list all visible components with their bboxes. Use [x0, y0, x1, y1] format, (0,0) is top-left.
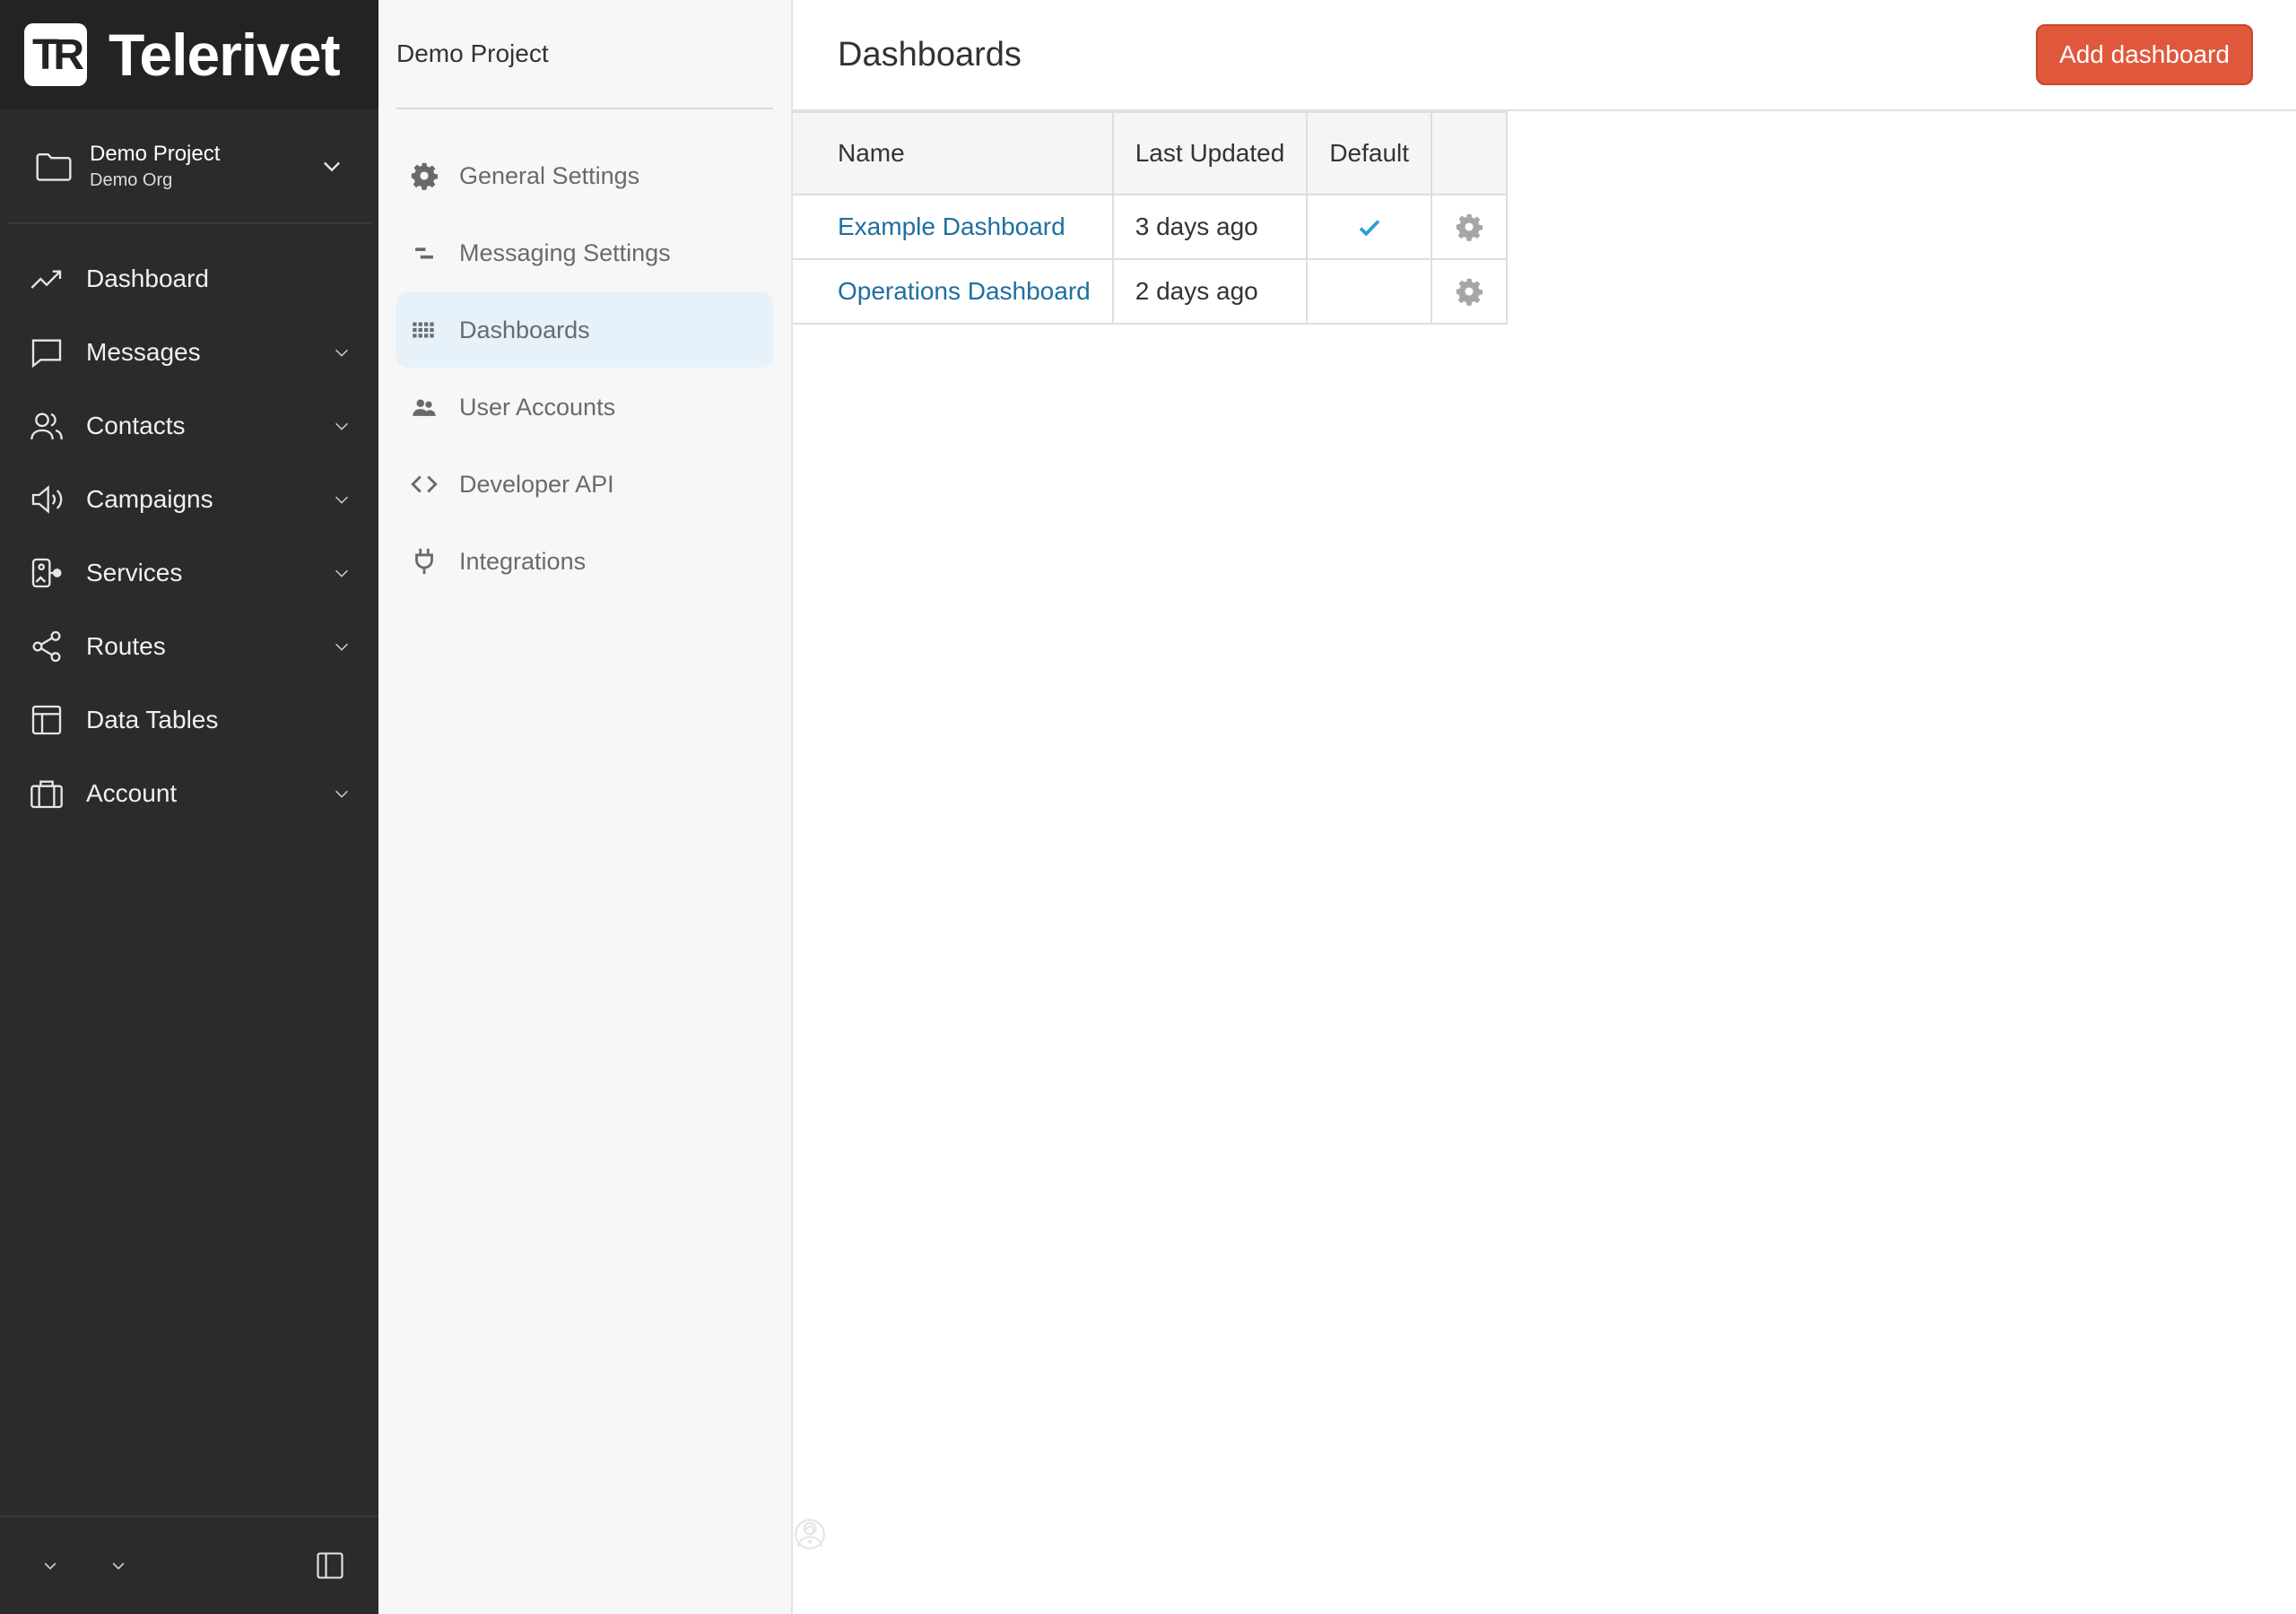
subnav-label-dashboards: Dashboards	[459, 316, 590, 343]
gear-icon[interactable]	[1454, 276, 1484, 307]
subnav-label-messaging-settings: Messaging Settings	[459, 239, 671, 266]
chevron-down-icon	[324, 161, 340, 172]
user-menu-button[interactable]	[32, 1522, 822, 1575]
dashboards-table: Name Last Updated Default Example Dashbo…	[793, 111, 1509, 325]
subnav-item-integrations[interactable]: Integrations	[396, 524, 773, 599]
cell-name: Operations Dashboard	[793, 258, 1114, 325]
nav-item-account[interactable]: Account	[0, 757, 378, 830]
nav-item-messages[interactable]: Messages	[0, 316, 378, 389]
subnav-item-dashboards[interactable]: Dashboards	[396, 292, 773, 368]
brand-header[interactable]: TR Telerivet	[0, 0, 378, 109]
project-name: Demo Project	[90, 141, 221, 166]
nav-label-dashboard: Dashboard	[86, 265, 209, 292]
project-text: Demo Project Demo Org	[90, 142, 319, 191]
column-header-actions	[1431, 111, 1509, 195]
project-switcher[interactable]: Demo Project Demo Org	[7, 109, 371, 224]
nav-label-routes: Routes	[86, 632, 166, 660]
subnav-item-developer-api[interactable]: Developer API	[396, 447, 773, 522]
messaging-icon	[415, 247, 433, 259]
main-nav: Dashboard Messages Contacts Campaigns Se…	[0, 242, 378, 830]
cell-default	[1306, 194, 1433, 260]
main-sidebar: TR Telerivet Demo Project Demo Org Dashb…	[0, 0, 825, 1614]
brand-name: Telerivet	[109, 22, 341, 88]
sidebar-toggle-icon[interactable]	[314, 1549, 346, 1582]
chevron-down-icon[interactable]	[332, 343, 352, 362]
code-icon	[411, 475, 438, 493]
logo-text: TR	[32, 30, 84, 79]
table-row: Example Dashboard 3 days ago	[793, 194, 1509, 260]
table-icon	[31, 705, 62, 735]
share-icon	[32, 630, 61, 663]
telerivet-logo-icon: TR	[24, 23, 87, 86]
subnav-item-user-accounts[interactable]: User Accounts	[396, 369, 773, 445]
chevron-down-icon[interactable]	[332, 416, 352, 436]
megaphone-icon	[31, 485, 63, 514]
nav-label-services: Services	[86, 559, 183, 586]
subnav-label-user-accounts: User Accounts	[459, 393, 616, 421]
cell-actions	[1431, 258, 1509, 325]
main-header: Dashboards Add dashboard	[793, 0, 2296, 111]
cell-actions	[1431, 194, 1509, 260]
add-dashboard-button[interactable]: Add dashboard	[2036, 24, 2253, 85]
cell-last-updated: 2 days ago	[1111, 258, 1309, 325]
nav-item-campaigns[interactable]: Campaigns	[0, 463, 378, 536]
subnav-label-developer-api: Developer API	[459, 470, 614, 498]
subnav-title: Demo Project	[396, 0, 773, 109]
page-title: Dashboards	[838, 35, 1022, 74]
briefcase-icon	[30, 780, 63, 809]
users-icon	[30, 412, 63, 440]
nav-label-campaigns: Campaigns	[86, 485, 213, 513]
nav-item-services[interactable]: Services	[0, 536, 378, 610]
gear-icon[interactable]	[1454, 212, 1484, 242]
nav-item-contacts[interactable]: Contacts	[0, 389, 378, 463]
chevron-down-icon[interactable]	[332, 563, 352, 583]
chat-bubble-icon	[31, 339, 62, 369]
nav-label-account: Account	[86, 779, 178, 807]
cell-last-updated: 3 days ago	[1111, 194, 1309, 260]
nav-label-data-tables: Data Tables	[86, 706, 219, 733]
folder-icon	[36, 152, 72, 181]
chevron-down-icon[interactable]	[332, 637, 352, 656]
subnav-item-general-settings[interactable]: General Settings	[396, 138, 773, 213]
main-content: Dashboards Add dashboard Name Last Updat…	[793, 0, 2296, 1614]
settings-subnav: Demo Project General Settings Messaging …	[378, 0, 793, 1614]
checkmark-icon	[1359, 220, 1380, 237]
nav-label-contacts: Contacts	[86, 412, 186, 439]
chevron-down-icon[interactable]	[332, 490, 352, 509]
grid-icon	[413, 322, 434, 338]
table-row: Operations Dashboard 2 days ago	[793, 258, 1509, 325]
gear-icon	[411, 162, 439, 190]
nav-item-routes[interactable]: Routes	[0, 610, 378, 683]
services-icon	[31, 558, 62, 588]
user-accounts-icon	[413, 399, 436, 416]
chevron-down-icon	[112, 1562, 125, 1570]
plug-icon	[415, 548, 433, 575]
cell-default[interactable]	[1306, 258, 1433, 325]
app-root: TR Telerivet Demo Project Demo Org Dashb…	[0, 0, 2296, 1614]
sidebar-footer	[0, 1515, 825, 1614]
subnav-item-messaging-settings[interactable]: Messaging Settings	[396, 215, 773, 291]
chevron-down-icon[interactable]	[332, 784, 352, 803]
chevron-down-icon	[44, 1562, 57, 1570]
nav-item-data-tables[interactable]: Data Tables	[0, 683, 378, 757]
subnav-label-general-settings: General Settings	[459, 161, 640, 189]
dashboard-link[interactable]: Operations Dashboard	[838, 277, 1091, 305]
column-header-last-updated[interactable]: Last Updated	[1111, 111, 1309, 195]
org-name: Demo Org	[90, 169, 173, 190]
cell-name: Example Dashboard	[793, 194, 1114, 260]
column-header-name[interactable]: Name	[793, 111, 1114, 195]
table-header-row: Name Last Updated Default	[793, 111, 1509, 195]
trending-up-icon	[30, 270, 62, 289]
dashboard-link[interactable]: Example Dashboard	[838, 213, 1065, 240]
subnav-label-integrations: Integrations	[459, 547, 587, 575]
column-header-default[interactable]: Default	[1306, 111, 1433, 195]
subnav-list: General Settings Messaging Settings Dash…	[378, 138, 791, 599]
nav-item-dashboard[interactable]: Dashboard	[0, 242, 378, 316]
nav-label-messages: Messages	[86, 338, 201, 366]
help-menu-button[interactable]	[100, 1519, 825, 1575]
